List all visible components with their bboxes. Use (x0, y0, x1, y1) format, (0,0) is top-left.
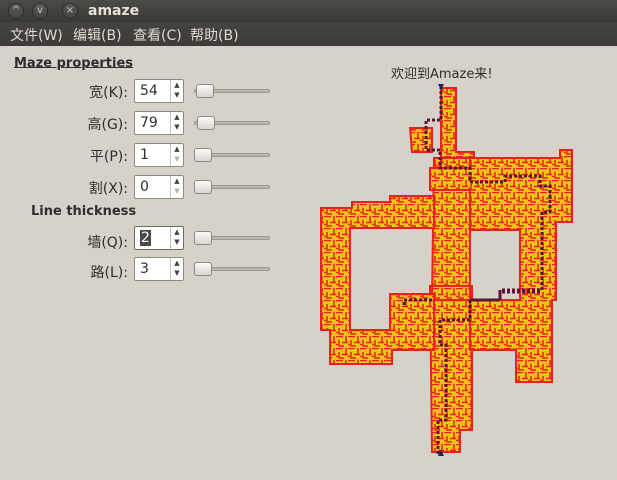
maze-shape (320, 84, 573, 456)
maze-canvas (320, 84, 573, 456)
maze-left-stroke (320, 195, 435, 365)
maze-vertical-stroke (428, 87, 475, 453)
maze-top-lobe (408, 127, 433, 153)
